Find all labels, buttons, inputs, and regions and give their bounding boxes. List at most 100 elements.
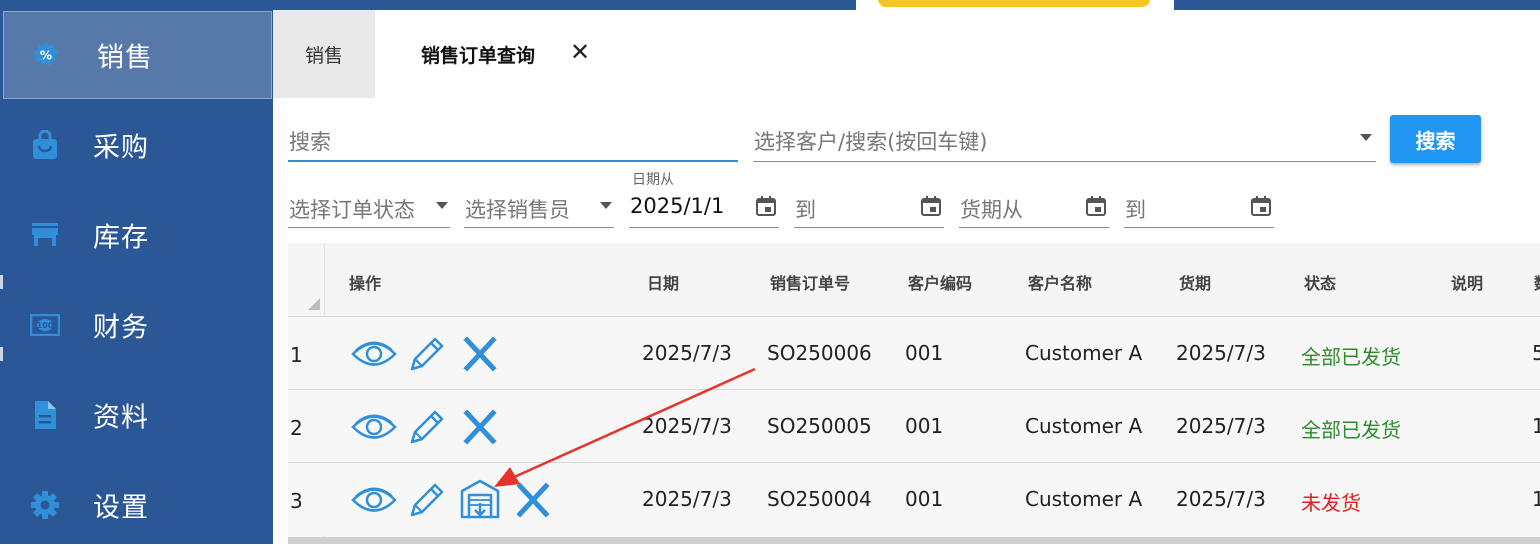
- cell-date: 2025/7/3: [642, 487, 732, 511]
- header-order-no[interactable]: 销售订单号: [770, 270, 850, 294]
- tab-sales[interactable]: 销售: [273, 10, 375, 98]
- customer-placeholder: 选择客户/搜索(按回车键): [754, 130, 988, 154]
- row-number: 1: [290, 343, 303, 367]
- table-row[interactable]: 1 2025/7/3 SO250006 001 Customer A 2025/…: [288, 317, 1540, 390]
- warehouse-ship-icon[interactable]: [458, 477, 502, 521]
- customer-select[interactable]: 选择客户/搜索(按回车键): [753, 114, 1376, 162]
- header-customer-code[interactable]: 客户编码: [908, 270, 972, 294]
- cell-customer-name: Customer A: [1025, 341, 1143, 365]
- ship-to-field[interactable]: 到: [1124, 182, 1274, 228]
- table-row[interactable]: 2 2025/7/3 SO250005 001 Customer A 2025/…: [288, 390, 1540, 463]
- gear-icon: [30, 490, 60, 520]
- sidebar-item-label: 资料: [93, 402, 149, 434]
- date-from-label: 日期从: [632, 172, 674, 188]
- date-to-placeholder: 到: [795, 198, 816, 222]
- header-actions[interactable]: 操作: [349, 270, 381, 294]
- table-row[interactable]: 3 2025/7/3 SO250004 001 Customer A 2025/…: [288, 463, 1540, 536]
- sidebar-item-label: 销售: [97, 42, 153, 74]
- cell-date: 2025/7/3: [642, 341, 732, 365]
- edit-icon[interactable]: [406, 335, 446, 373]
- header-ship-date[interactable]: 货期: [1179, 270, 1211, 294]
- horizontal-scrollbar[interactable]: [288, 537, 1540, 544]
- delete-icon[interactable]: [460, 408, 500, 446]
- cell-qty: 1: [1532, 414, 1540, 438]
- sidebar-item-settings[interactable]: 设置: [0, 460, 273, 550]
- app-logo: [856, 0, 1174, 10]
- tab-label: 销售: [304, 44, 343, 67]
- sidebar-item-purchase[interactable]: 采购: [0, 100, 273, 190]
- resize-corner: [308, 298, 320, 310]
- money-icon: 100: [30, 310, 60, 340]
- salesman-placeholder: 选择销售员: [465, 198, 570, 222]
- status-badge: 全部已发货: [1301, 418, 1401, 442]
- cell-ship-date: 2025/7/3: [1176, 341, 1266, 365]
- ship-from-field[interactable]: 货期从: [959, 182, 1109, 228]
- delete-icon[interactable]: [513, 481, 553, 519]
- status-badge: 未发货: [1301, 491, 1361, 515]
- row-number: 3: [290, 489, 303, 513]
- sidebar: % 销售 采购 库存 100 财务 资料 设置: [0, 10, 273, 544]
- header-note[interactable]: 说明: [1451, 270, 1483, 294]
- cell-customer-code: 001: [905, 487, 944, 511]
- cell-qty: 5: [1532, 341, 1540, 365]
- sidebar-item-inventory[interactable]: 库存: [0, 190, 273, 280]
- view-icon[interactable]: [351, 408, 397, 446]
- sidebar-item-label: 财务: [93, 312, 149, 344]
- orders-table: 操作 日期 销售订单号 客户编码 客户名称 货期 状态 说明 数 1 2025/…: [288, 243, 1540, 544]
- search-input[interactable]: 搜索: [288, 114, 738, 162]
- header-status[interactable]: 状态: [1304, 270, 1336, 294]
- edit-icon[interactable]: [406, 408, 446, 446]
- svg-text:%: %: [40, 49, 52, 63]
- cell-customer-code: 001: [905, 414, 944, 438]
- sidebar-item-data[interactable]: 资料: [0, 370, 273, 460]
- calendar-icon[interactable]: [1251, 196, 1271, 216]
- sidebar-item-label: 采购: [93, 132, 149, 164]
- cell-qty: 1: [1532, 487, 1540, 511]
- cell-order-no: SO250004: [767, 487, 872, 511]
- cell-customer-name: Customer A: [1025, 414, 1143, 438]
- cell-order-no: SO250005: [767, 414, 872, 438]
- view-icon[interactable]: [351, 481, 397, 519]
- cell-order-no: SO250006: [767, 341, 872, 365]
- order-status-select[interactable]: 选择订单状态: [288, 182, 450, 228]
- cell-ship-date: 2025/7/3: [1176, 414, 1266, 438]
- sales-icon: %: [31, 40, 61, 70]
- calendar-icon[interactable]: [921, 196, 941, 216]
- header-customer-name[interactable]: 客户名称: [1028, 270, 1092, 294]
- status-badge: 全部已发货: [1301, 345, 1401, 369]
- sidebar-item-sales[interactable]: % 销售: [3, 11, 272, 99]
- tab-strip: 销售 销售订单查询 ✕: [273, 10, 1540, 98]
- header-qty[interactable]: 数: [1534, 270, 1540, 294]
- ship-to-placeholder: 到: [1125, 198, 1146, 222]
- close-icon[interactable]: ✕: [570, 38, 590, 66]
- order-status-placeholder: 选择订单状态: [289, 198, 415, 222]
- chevron-down-icon: [1360, 134, 1372, 141]
- cell-customer-code: 001: [905, 341, 944, 365]
- sidebar-item-label: 库存: [93, 222, 149, 254]
- top-banner: [0, 0, 1540, 10]
- svg-text:100: 100: [37, 321, 54, 330]
- date-from-field[interactable]: 日期从 2025/1/1: [629, 172, 779, 228]
- chevron-down-icon: [600, 202, 612, 209]
- view-icon[interactable]: [351, 335, 397, 373]
- search-button[interactable]: 搜索: [1390, 115, 1481, 163]
- shopping-bag-icon: [30, 130, 60, 160]
- sidebar-item-finance[interactable]: 100 财务: [0, 280, 273, 370]
- header-date[interactable]: 日期: [647, 270, 679, 294]
- delete-icon[interactable]: [460, 335, 500, 373]
- date-to-field[interactable]: 到: [794, 182, 944, 228]
- salesman-select[interactable]: 选择销售员: [464, 182, 614, 228]
- date-from-value: 2025/1/1: [630, 194, 725, 218]
- tab-sales-order-query[interactable]: 销售订单查询 ✕: [375, 10, 625, 98]
- tab-label: 销售订单查询: [421, 44, 536, 67]
- document-icon: [30, 400, 60, 430]
- table-header: 操作 日期 销售订单号 客户编码 客户名称 货期 状态 说明 数: [288, 243, 1540, 317]
- sidebar-item-label: 设置: [93, 492, 149, 524]
- store-icon: [30, 220, 60, 250]
- edit-icon[interactable]: [406, 481, 446, 519]
- calendar-icon[interactable]: [1086, 196, 1106, 216]
- ship-from-placeholder: 货期从: [960, 198, 1023, 222]
- calendar-icon[interactable]: [756, 196, 776, 216]
- cell-ship-date: 2025/7/3: [1176, 487, 1266, 511]
- cell-date: 2025/7/3: [642, 414, 732, 438]
